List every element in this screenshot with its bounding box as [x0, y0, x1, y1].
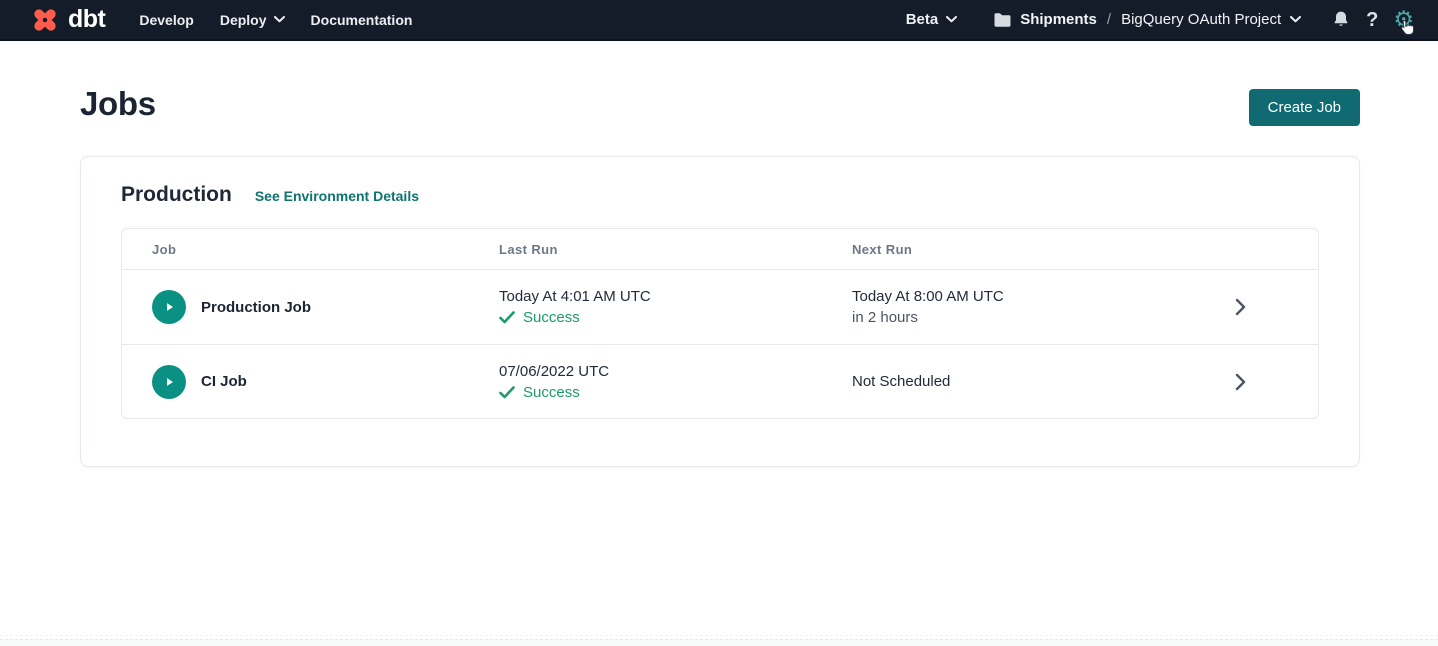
breadcrumb-project-folder[interactable]: Shipments	[1020, 11, 1097, 28]
chevron-down-icon	[946, 16, 957, 23]
environment-card: Production See Environment Details Job L…	[80, 156, 1360, 467]
page-title: Jobs	[80, 85, 156, 123]
nav-item-documentation[interactable]: Documentation	[311, 12, 413, 28]
nav-item-deploy[interactable]: Deploy	[220, 12, 285, 28]
play-icon	[161, 374, 177, 390]
next-run-time: Today At 8:00 AM UTC	[852, 288, 1207, 305]
breadcrumb: Shipments / BigQuery OAuth Project	[993, 11, 1301, 28]
next-run-cell: Today At 8:00 AM UTC in 2 hours	[852, 288, 1207, 326]
status-label: Success	[523, 384, 580, 401]
dbt-logo-text: dbt	[68, 7, 105, 32]
job-name[interactable]: CI Job	[201, 373, 247, 390]
column-header-next-run: Next Run	[852, 242, 1207, 257]
table-row-ci-job[interactable]: CI Job 07/06/2022 UTC Success Not Schedu…	[122, 344, 1318, 418]
top-navigation-bar: dbt Develop Deploy Documentation Beta Sh…	[0, 0, 1438, 41]
help-icon[interactable]: ?	[1366, 10, 1378, 30]
chevron-right-icon	[1235, 298, 1246, 316]
settings-gear-icon[interactable]: ⚙	[1393, 8, 1414, 31]
beta-dropdown[interactable]: Beta	[906, 11, 958, 28]
bottom-edge-artifact	[0, 635, 1438, 636]
play-icon	[161, 299, 177, 315]
row-chevron-cell[interactable]	[1207, 298, 1318, 316]
bottom-edge-strip	[0, 639, 1438, 646]
last-run-cell: 07/06/2022 UTC Success	[499, 363, 852, 401]
dbt-logo[interactable]: dbt	[30, 5, 105, 35]
job-cell: Production Job	[122, 290, 499, 324]
row-chevron-cell[interactable]	[1207, 373, 1318, 391]
jobs-table: Job Last Run Next Run Production Job Tod…	[121, 228, 1319, 419]
last-run-time: Today At 4:01 AM UTC	[499, 288, 852, 305]
mouse-cursor	[1400, 19, 1415, 36]
last-run-status: Success	[499, 309, 852, 326]
column-header-job: Job	[122, 242, 499, 257]
check-icon	[499, 386, 515, 399]
environment-header: Production See Environment Details	[121, 183, 1319, 207]
status-label: Success	[523, 309, 580, 326]
notifications-bell-icon[interactable]	[1331, 9, 1351, 30]
next-run-relative: in 2 hours	[852, 309, 1207, 326]
job-name[interactable]: Production Job	[201, 299, 311, 316]
create-job-button[interactable]: Create Job	[1249, 89, 1360, 126]
last-run-time: 07/06/2022 UTC	[499, 363, 852, 380]
environment-title: Production	[121, 183, 232, 207]
see-environment-details-link[interactable]: See Environment Details	[255, 188, 419, 204]
job-cell: CI Job	[122, 365, 499, 399]
breadcrumb-separator: /	[1105, 11, 1113, 28]
nav-links: Develop Deploy Documentation	[139, 12, 412, 28]
run-play-button[interactable]	[152, 365, 186, 399]
nav-icon-group: ? ⚙	[1331, 8, 1414, 31]
folder-icon	[993, 12, 1012, 28]
chevron-right-icon	[1235, 373, 1246, 391]
nav-right-group: Beta Shipments / BigQuery OAuth Project …	[906, 8, 1414, 31]
next-run-time: Not Scheduled	[852, 373, 1207, 390]
chevron-down-icon	[1290, 16, 1301, 23]
breadcrumb-project-name[interactable]: BigQuery OAuth Project	[1121, 11, 1301, 28]
chevron-down-icon	[274, 16, 285, 23]
dbt-logo-icon	[30, 5, 60, 35]
column-header-last-run: Last Run	[499, 242, 852, 257]
next-run-cell: Not Scheduled	[852, 373, 1207, 390]
last-run-status: Success	[499, 384, 852, 401]
jobs-table-header-row: Job Last Run Next Run	[122, 229, 1318, 270]
nav-item-develop[interactable]: Develop	[139, 12, 193, 28]
run-play-button[interactable]	[152, 290, 186, 324]
table-row-production-job[interactable]: Production Job Today At 4:01 AM UTC Succ…	[122, 270, 1318, 344]
last-run-cell: Today At 4:01 AM UTC Success	[499, 288, 852, 326]
check-icon	[499, 311, 515, 324]
